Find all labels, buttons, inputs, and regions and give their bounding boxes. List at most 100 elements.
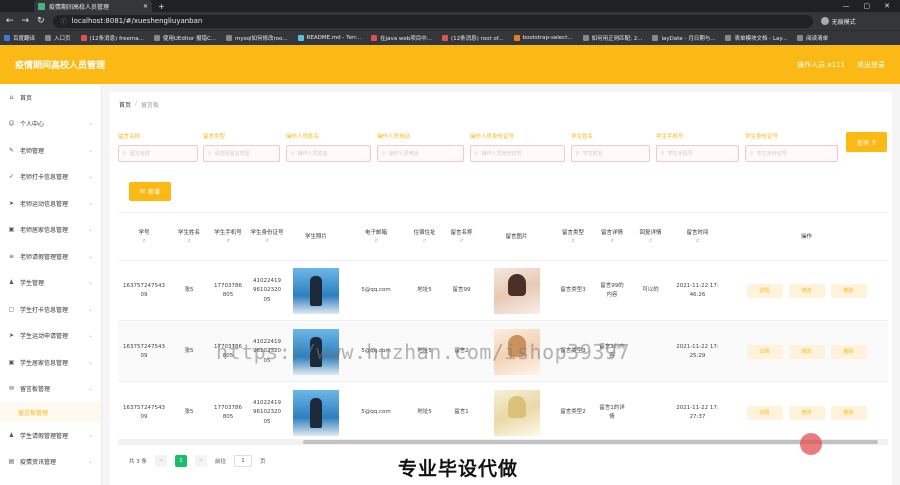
page-jump-input[interactable]: 1	[234, 455, 253, 467]
sort-icon[interactable]: ⇵	[696, 238, 700, 245]
table-cell: 张5	[170, 261, 208, 321]
sort-icon[interactable]: ⇵	[142, 238, 146, 245]
sidebar-item[interactable]: ➤ 老师运动信息管理 ⌄	[0, 190, 101, 217]
bookmark-item[interactable]: mysql如何修改roo...	[226, 34, 288, 42]
horizontal-scrollbar[interactable]	[118, 439, 888, 445]
bookmark-item[interactable]: bootstrap-select...	[513, 35, 573, 41]
detail-button[interactable]: 详情	[746, 406, 783, 420]
column-header[interactable]: 留言详情 ⇵	[593, 213, 631, 261]
sidebar-item[interactable]: ▤ 疫情资讯管理 ⌄	[0, 449, 101, 476]
bookmark-item[interactable]: 入口页	[45, 34, 71, 42]
add-button[interactable]: ⊞ 新增	[129, 182, 171, 201]
filter-input[interactable]: ⚲ 学生身份证号	[745, 145, 838, 162]
column-header[interactable]: 留言名称 ⇵	[443, 213, 480, 261]
bookmark-item[interactable]: README.md - Terr...	[297, 35, 361, 41]
close-window-icon[interactable]: ✕	[884, 2, 890, 10]
column-header[interactable]: 留言类型 ⇵	[553, 213, 593, 261]
column-header[interactable]: 学生手机号 ⇵	[208, 213, 248, 261]
edit-button[interactable]: 修改	[788, 284, 825, 298]
search-button[interactable]: 查询 ⚲	[846, 132, 887, 152]
bookmark-item[interactable]: 阅读清单	[797, 34, 828, 42]
delete-button[interactable]: 删除	[830, 284, 867, 298]
sort-icon[interactable]: ⇵	[423, 238, 427, 245]
new-tab-icon[interactable]: +	[158, 2, 165, 11]
edit-button[interactable]: 修改	[788, 406, 825, 420]
column-header[interactable]: 电子邮箱 ⇵	[346, 213, 406, 261]
filter-input[interactable]: ⚲ 留言名称	[118, 145, 198, 162]
back-icon[interactable]: ←	[6, 16, 14, 26]
column-header[interactable]: 学生身份证号 ⇵	[248, 213, 286, 261]
sidebar-item[interactable]: ▣ 老师居家信息管理 ⌄	[0, 217, 101, 244]
table-cell-actions: 详情 修改 删除	[725, 322, 888, 382]
sidebar-item[interactable]: ☺ 个人中心 ⌄	[0, 111, 101, 138]
bookmark-item[interactable]: 使用UEditor 报错C...	[153, 34, 216, 42]
sidebar-item[interactable]: ✉ 留言板管理 ⌄	[0, 376, 101, 403]
bookmark-item[interactable]: layDate - 月日期与...	[652, 34, 715, 42]
sort-icon[interactable]: ⇵	[571, 238, 575, 245]
sort-icon[interactable]: ⇵	[226, 238, 230, 245]
next-page-button[interactable]: >	[195, 455, 207, 467]
sort-icon[interactable]: ⇵	[610, 238, 614, 245]
column-header[interactable]: 回复详情 ⇵	[631, 213, 670, 261]
filter-input[interactable]: ⚲ 操作人员姓名	[286, 145, 371, 162]
sidebar-item[interactable]: ⌂ 首页	[0, 84, 101, 111]
detail-button[interactable]: 详情	[746, 284, 783, 298]
profile-button[interactable]: 无痕模式	[820, 17, 856, 26]
search-icon: ⚲	[475, 150, 479, 157]
sort-icon[interactable]: ⇵	[265, 238, 269, 245]
filter-input[interactable]: ⚲ 操作人员电话	[377, 145, 464, 162]
minimize-icon[interactable]: —	[843, 2, 850, 10]
detail-button[interactable]: 详情	[746, 345, 783, 359]
breadcrumb-home[interactable]: 首页	[119, 100, 131, 109]
sidebar-item[interactable]: ✎ 老师管理 ⌄	[0, 137, 101, 164]
page-1-button[interactable]: 1	[175, 455, 187, 467]
filter-input[interactable]: ⚲ 学生姓名	[571, 145, 650, 162]
sidebar-item[interactable]: ≡ 老师请假管理管理 ⌄	[0, 243, 101, 270]
sort-icon[interactable]: ⇵	[187, 238, 191, 245]
forward-icon[interactable]: →	[22, 16, 30, 26]
browser-tab[interactable]: 疫情期间高校人员管理 ✕	[34, 0, 152, 12]
filter-group: 留言名称 ⚲ 留言名称	[118, 132, 198, 162]
filter-input[interactable]: ⚲ 操作人员身份证号	[470, 145, 565, 162]
column-header[interactable]: 留言图片	[480, 213, 553, 261]
filter-input[interactable]: ⚲ 学生手机号	[656, 145, 739, 162]
chevron-down-icon: ⌄	[87, 252, 93, 260]
cell-no: 16375724754309	[123, 404, 165, 420]
prev-page-button[interactable]: <	[155, 455, 167, 467]
bookmark-item[interactable]: 如何用正则匹配; 2...	[582, 34, 642, 42]
sidebar-item-label: 老师管理	[20, 147, 45, 155]
column-header[interactable]: 学生姓名 ⇵	[170, 213, 208, 261]
edit-button[interactable]: 修改	[788, 345, 825, 359]
column-header[interactable]: 留言时间 ⇵	[670, 213, 725, 261]
sidebar-item[interactable]: ♟ 学生管理 ⌄	[0, 270, 101, 297]
column-header[interactable]: 住宿住址 ⇵	[406, 213, 443, 261]
delete-button[interactable]: 删除	[830, 406, 867, 420]
close-tab-icon[interactable]: ✕	[143, 3, 148, 10]
bookmark-item[interactable]: (12条消息) root of...	[442, 34, 504, 42]
sort-icon[interactable]: ⇵	[649, 238, 653, 245]
bookmark-item[interactable]: (12条消息) freema...	[80, 34, 144, 42]
sidebar-subitem-active[interactable]: 留言板管理	[0, 402, 101, 422]
table-cell	[286, 261, 346, 321]
url-input[interactable]: ⓘ localhost:8081/#/xueshengliuyanban	[52, 14, 813, 28]
bookmark-item[interactable]: 在java web项目中...	[371, 34, 432, 42]
reload-icon[interactable]: ↻	[37, 16, 45, 26]
sidebar-item[interactable]: ♟ 学生请假管理管理 ⌄	[0, 422, 101, 449]
column-header[interactable]: 学号 ⇵	[118, 213, 170, 261]
sidebar-item[interactable]: ✓ 老师打卡信息管理 ⌄	[0, 164, 101, 191]
logout-link[interactable]: 退出登录	[857, 60, 885, 70]
sort-icon[interactable]: ⇵	[460, 238, 464, 245]
bookmark-item[interactable]: 表单模块文档 - Lay...	[725, 34, 787, 42]
sort-icon[interactable]: ⇵	[374, 238, 378, 245]
scrollbar-thumb[interactable]	[303, 440, 878, 444]
breadcrumb: 首页 / 留言板	[119, 100, 159, 109]
filter-input[interactable]: ⚲ 请选择留言类型	[203, 145, 280, 162]
sidebar-item[interactable]: ▣ 学生居家信息管理 ⌄	[0, 349, 101, 376]
column-header[interactable]: 操作	[725, 213, 888, 261]
column-header[interactable]: 学生照片	[286, 213, 346, 261]
delete-button[interactable]: 删除	[830, 345, 867, 359]
maximize-icon[interactable]: ▢	[864, 2, 871, 10]
bookmark-item[interactable]: 百度翻译	[4, 34, 35, 42]
sidebar-item[interactable]: ▢ 学生打卡信息管理 ⌄	[0, 296, 101, 323]
sidebar-item[interactable]: ➤ 学生运动申请管理 ⌄	[0, 323, 101, 350]
